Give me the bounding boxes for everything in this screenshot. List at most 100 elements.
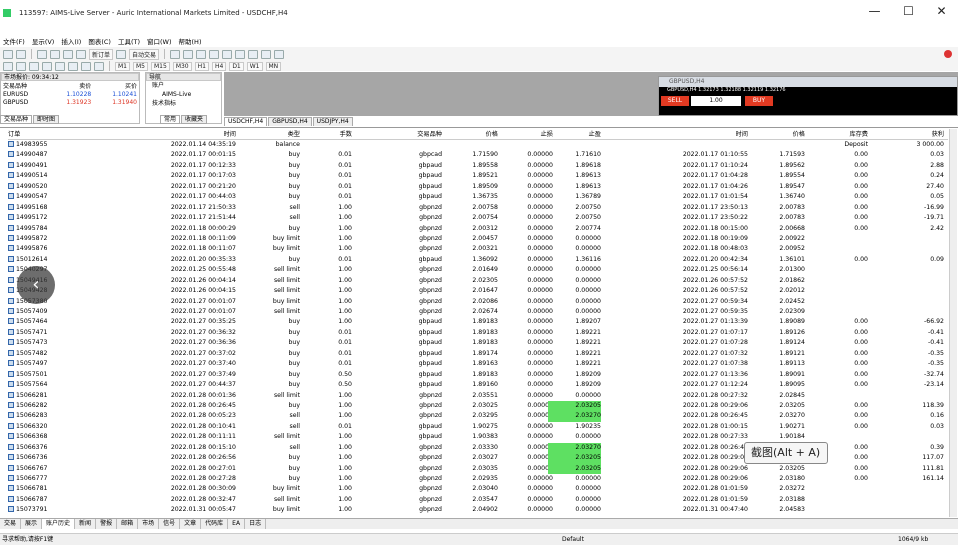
- terminal-tab[interactable]: 展示: [21, 519, 43, 529]
- new-order-button[interactable]: 新订单: [89, 48, 114, 60]
- templates-icon[interactable]: [274, 49, 285, 59]
- column-header-close-time[interactable]: 时间: [638, 130, 748, 139]
- terminal-tab[interactable]: 警报: [96, 519, 118, 529]
- crosshair-icon[interactable]: [16, 61, 26, 71]
- menu-item[interactable]: 文件(F): [3, 36, 25, 46]
- line-chart-icon[interactable]: [196, 49, 207, 59]
- table-row[interactable]: 15066777 2022.01.28 00:27:28 buy 1.00 gbpnzd…: [8, 474, 948, 485]
- column-header-swap[interactable]: 库存费: [808, 130, 868, 139]
- table-row[interactable]: 15057501 2022.01.27 00:37:49 buy 0.50 gbpaud…: [8, 369, 948, 381]
- vertical-line-icon[interactable]: [29, 61, 39, 71]
- terminal-tab[interactable]: 新闻: [75, 519, 97, 529]
- table-row[interactable]: 15066283 2022.01.28 00:05:23 sell 1.00 gbpnz…: [8, 411, 948, 422]
- table-row[interactable]: 15057409 2022.01.27 00:01:07 sell limit 1.0…: [8, 307, 948, 318]
- timeframe-button[interactable]: M30: [172, 61, 192, 71]
- terminal-tab[interactable]: 信号: [159, 519, 181, 529]
- column-header-tp[interactable]: 止盈: [548, 130, 601, 139]
- minimize-button[interactable]: —: [858, 0, 891, 22]
- symbol-row[interactable]: GBPUSD 1.31923 1.31940: [1, 98, 139, 106]
- table-row[interactable]: 150573802022.01.27 00:01:07buy limit1.00…: [8, 297, 948, 307]
- arrow-icon[interactable]: [94, 61, 104, 71]
- menu-item[interactable]: 窗口(W): [147, 36, 172, 46]
- table-row[interactable]: 15066767 2022.01.28 00:27:01 buy 1.00 gbpnzd…: [8, 463, 948, 474]
- tab-usdchf[interactable]: USDCHF,H4: [224, 117, 268, 126]
- tab-common[interactable]: 常用: [160, 115, 181, 124]
- cursor-icon[interactable]: [3, 61, 13, 71]
- table-row[interactable]: 14995872 2022.01.18 00:11:09 buy limit 1.00…: [8, 234, 948, 244]
- navigator-item[interactable]: AIMS-Live: [152, 90, 221, 99]
- column-header-symbol[interactable]: 交易品种: [358, 130, 442, 139]
- navigator-icon[interactable]: [63, 49, 73, 59]
- horizontal-line-icon[interactable]: [42, 61, 52, 71]
- table-row[interactable]: 14990491 2022.01.17 00:12:33 buy 0.01 gbpaud…: [8, 160, 948, 172]
- bar-chart-icon[interactable]: [170, 49, 181, 59]
- vertical-scrollbar[interactable]: [949, 129, 957, 517]
- candle-chart-icon[interactable]: [183, 49, 194, 59]
- zoom-in-icon[interactable]: [209, 49, 220, 59]
- table-row[interactable]: 15012614 2022.01.20 00:35:33 buy 0.01 gbpaud…: [8, 255, 948, 265]
- tile-windows-icon[interactable]: [235, 49, 246, 59]
- timeframe-button[interactable]: M15: [151, 61, 170, 71]
- terminal-tab[interactable]: 市场: [138, 519, 160, 529]
- tab-symbols[interactable]: 交易品种: [0, 115, 33, 124]
- column-header-order[interactable]: 订单: [8, 130, 68, 139]
- navigator-item[interactable]: 技术指标: [152, 99, 221, 108]
- terminal-tab[interactable]: 交易: [0, 519, 22, 529]
- sell-button[interactable]: SELL: [661, 96, 689, 106]
- column-header-type[interactable]: 类型: [248, 130, 300, 139]
- text-icon[interactable]: [68, 61, 78, 71]
- terminal-tab[interactable]: 代码库: [201, 519, 229, 529]
- timeframe-button[interactable]: W1: [246, 61, 263, 71]
- menu-item[interactable]: 插入(I): [61, 36, 81, 46]
- table-row[interactable]: 15066787 2022.01.28 00:32:47 sell limit 1.0…: [8, 494, 948, 506]
- market-watch-icon[interactable]: [37, 49, 47, 59]
- buy-button[interactable]: BUY: [745, 96, 773, 106]
- terminal-tab[interactable]: 邮箱: [117, 519, 139, 529]
- table-row[interactable]: 14990520 2022.01.17 00:21:20 buy 0.01 gbpaud…: [8, 181, 948, 193]
- timeframe-button[interactable]: MN: [265, 61, 282, 71]
- column-header[interactable]: 交易品种: [1, 81, 47, 90]
- terminal-icon[interactable]: [76, 49, 86, 59]
- tab-usdjpy[interactable]: USDJPY,H4: [312, 117, 353, 126]
- new-chart-icon[interactable]: [3, 49, 13, 59]
- chart-window[interactable]: GBPUSD,H4 GBPUSD,H4 1.32173 1.32188 1.32…: [658, 76, 958, 116]
- navigator-item[interactable]: 账户: [152, 81, 221, 90]
- lot-input[interactable]: 1.00: [691, 96, 741, 106]
- table-row[interactable]: 15066281 2022.01.28 00:01:36 sell limit 1.0…: [8, 390, 948, 401]
- tab-gbpusd[interactable]: GBPUSD,H4: [268, 117, 312, 126]
- table-row[interactable]: 14995876 2022.01.18 00:11:07 buy limit 1.00…: [8, 244, 948, 255]
- timeframe-button[interactable]: M5: [133, 61, 148, 71]
- timeframe-button[interactable]: M1: [115, 61, 130, 71]
- table-row[interactable]: 14995168 2022.01.17 21:50:33 sell 1.00 gbpnz…: [8, 202, 948, 214]
- table-row[interactable]: 150402972022.01.25 00:55:48sell limit1.0…: [8, 265, 948, 276]
- table-row[interactable]: 14995172 2022.01.17 21:51:44 sell 1.00 gbpnz…: [8, 213, 948, 223]
- close-button[interactable]: ✕: [925, 0, 958, 22]
- table-row[interactable]: 15066320 2022.01.28 00:10:41 sell 0.01 gbpau…: [8, 422, 948, 432]
- table-row[interactable]: 14995784 2022.01.18 00:00:29 buy 1.00 gbpnzd…: [8, 223, 948, 234]
- column-header-profit[interactable]: 获利: [878, 130, 944, 139]
- profiles-icon[interactable]: [16, 49, 26, 59]
- zoom-out-icon[interactable]: [222, 49, 233, 59]
- trendline-icon[interactable]: [55, 61, 65, 71]
- periods-icon[interactable]: [261, 49, 272, 59]
- terminal-tab[interactable]: 文章: [180, 519, 202, 529]
- label-icon[interactable]: [81, 61, 91, 71]
- menu-item[interactable]: 显示(V): [32, 36, 55, 46]
- table-row[interactable]: 15066781 2022.01.28 00:30:09 buy limit 1.00…: [8, 484, 948, 494]
- timeframe-button[interactable]: H1: [194, 61, 209, 71]
- symbol-row[interactable]: EURUSD 1.10228 1.10241: [1, 90, 139, 98]
- timeframe-button[interactable]: H4: [211, 61, 227, 71]
- column-header-sl[interactable]: 止损: [503, 130, 553, 139]
- maximize-button[interactable]: ☐: [892, 0, 925, 22]
- terminal-tab[interactable]: EA: [228, 519, 246, 529]
- table-row[interactable]: 14990547 2022.01.17 00:44:03 buy 0.01 gbpaud…: [8, 192, 948, 202]
- alert-icon[interactable]: [944, 50, 952, 58]
- column-header[interactable]: 买价: [93, 81, 139, 90]
- tab-favorites[interactable]: 收藏夹: [181, 115, 208, 124]
- table-row[interactable]: 15057564 2022.01.27 00:44:37 buy 0.50 gbpaud…: [8, 380, 948, 390]
- column-header-close-price[interactable]: 价格: [753, 130, 805, 139]
- table-row[interactable]: 15066282 2022.01.28 00:26:45 buy 1.00 gbpnzd…: [8, 400, 948, 412]
- table-row[interactable]: 14983955 2022.01.14 04:35:19 balance Deposi…: [8, 140, 948, 151]
- terminal-tab[interactable]: 账户历史: [42, 519, 76, 529]
- tab-tick-chart[interactable]: 即时图: [33, 115, 60, 124]
